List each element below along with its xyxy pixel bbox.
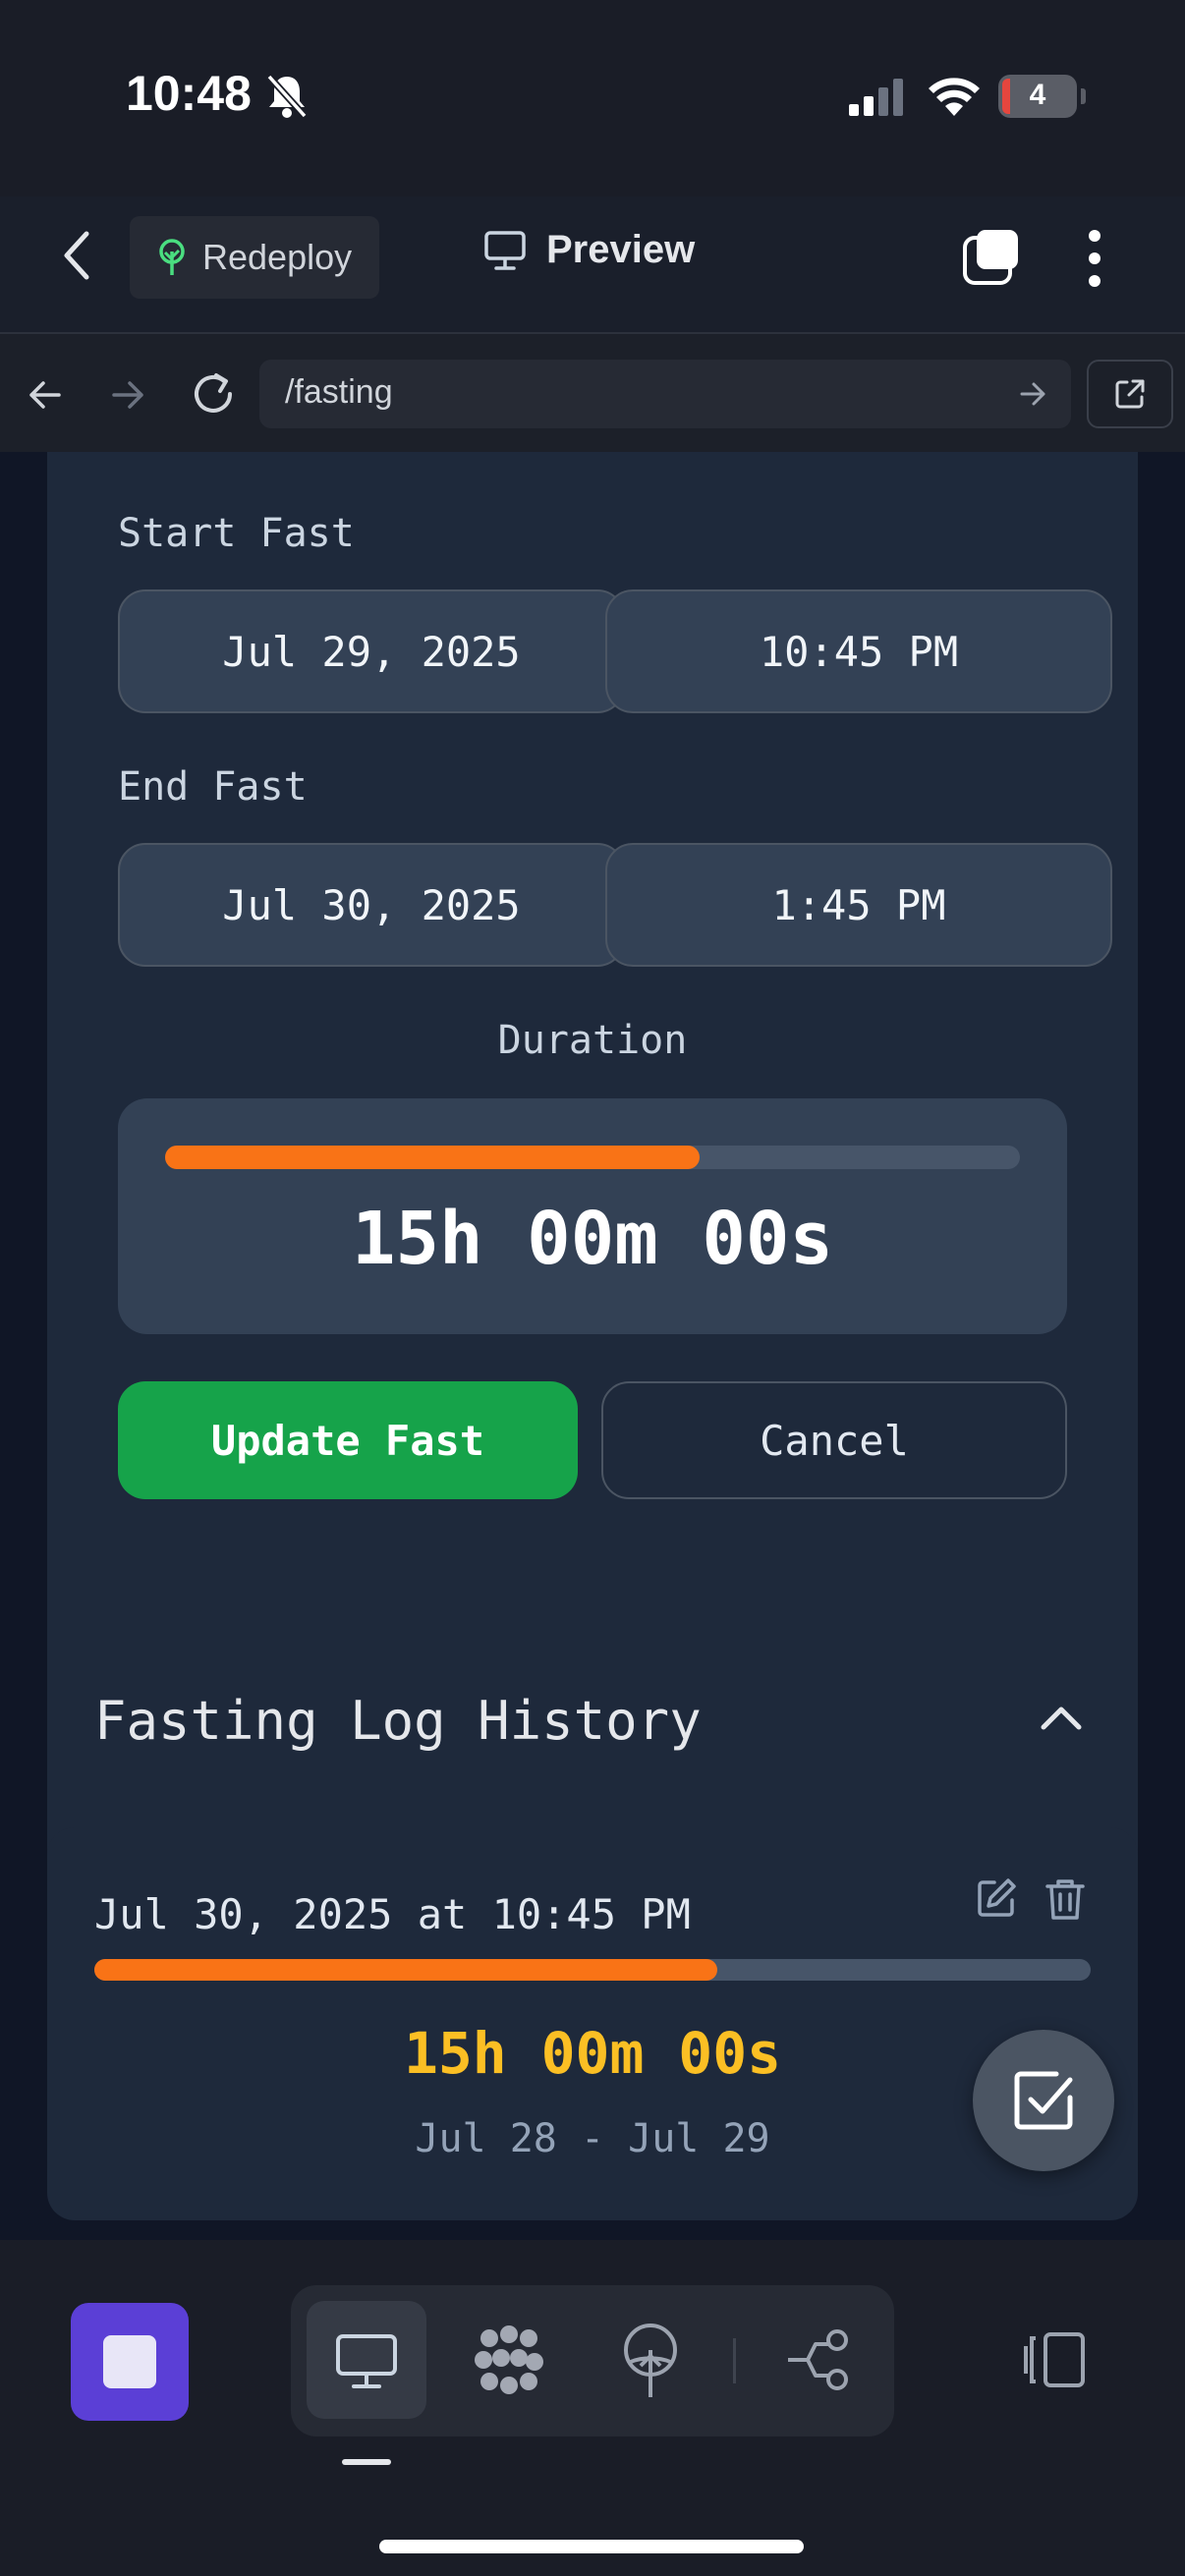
entry-progress-fill — [94, 1959, 717, 1981]
url-text: /fasting — [285, 373, 393, 411]
window-icon[interactable] — [961, 228, 1022, 289]
go-arrow-icon[interactable] — [1018, 379, 1047, 409]
deploy-icon[interactable] — [619, 2323, 682, 2401]
end-fast-label: End Fast — [118, 764, 308, 810]
status-time: 10:48 — [126, 66, 252, 121]
redeploy-button[interactable]: Redeploy — [130, 216, 379, 299]
duration-label: Duration — [497, 1018, 688, 1063]
duration-box: 15h 00m 00s — [118, 1098, 1067, 1334]
duration-progress-track — [165, 1146, 1020, 1169]
bell-slash-icon — [266, 74, 308, 119]
stop-icon — [103, 2335, 156, 2388]
history-entry: Jul 30, 2025 at 10:45 PM 15h 00m 00s Jul… — [47, 1827, 1138, 2220]
entry-progress-track — [94, 1959, 1091, 1981]
monitor-icon — [336, 2334, 397, 2388]
end-date-input[interactable]: Jul 30, 2025 — [118, 843, 625, 967]
edit-icon[interactable] — [975, 1876, 1018, 1920]
end-time-input[interactable]: 1:45 PM — [605, 843, 1112, 967]
monitor-icon — [484, 230, 526, 270]
tree-icon — [159, 239, 185, 275]
grid-icon[interactable] — [472, 2324, 546, 2399]
check-fab-button[interactable] — [973, 2030, 1114, 2171]
wifi-icon — [929, 78, 980, 116]
start-time-input[interactable]: 10:45 PM — [605, 589, 1112, 713]
redeploy-label: Redeploy — [202, 237, 353, 277]
view-switcher-divider — [733, 2338, 736, 2383]
url-input[interactable]: /fasting — [259, 360, 1071, 428]
sidebar-icon[interactable] — [1022, 2330, 1089, 2389]
entry-date: Jul 30, 2025 at 10:45 PM — [94, 1890, 691, 1938]
arrow-right-icon[interactable] — [108, 375, 147, 415]
chevron-left-icon[interactable] — [61, 228, 92, 283]
external-link-icon — [1115, 379, 1145, 409]
entry-duration: 15h 00m 00s — [403, 2020, 782, 2087]
history-title: Fasting Log History — [94, 1690, 702, 1752]
start-date-input[interactable]: Jul 29, 2025 — [118, 589, 625, 713]
open-external-button[interactable] — [1087, 360, 1173, 428]
reload-icon[interactable] — [189, 369, 238, 419]
stop-button[interactable] — [71, 2303, 189, 2421]
duration-progress-fill — [165, 1146, 700, 1169]
signal-icon — [849, 79, 903, 116]
arrow-left-icon[interactable] — [26, 375, 65, 415]
duration-value: 15h 00m 00s — [351, 1197, 834, 1281]
home-indicator — [379, 2540, 804, 2553]
check-square-icon — [1014, 2071, 1073, 2130]
preview-label: Preview — [546, 228, 696, 271]
battery-nub — [1081, 88, 1086, 104]
preview-tab[interactable]: Preview — [483, 228, 695, 272]
entry-range: Jul 28 - Jul 29 — [415, 2116, 770, 2161]
battery-level: 4 — [1029, 79, 1046, 111]
cancel-button[interactable]: Cancel — [601, 1381, 1067, 1499]
chevron-up-icon[interactable] — [1038, 1702, 1085, 1731]
trash-icon[interactable] — [1044, 1876, 1087, 1922]
more-vertical-icon[interactable] — [1085, 228, 1104, 289]
update-fast-button[interactable]: Update Fast — [118, 1381, 578, 1499]
start-fast-label: Start Fast — [118, 511, 355, 556]
active-tab-indicator — [342, 2459, 391, 2465]
content-area: Start Fast Jul 29, 2025 10:45 PM End Fas… — [0, 452, 1185, 2240]
battery-icon: 4 — [998, 75, 1077, 118]
share-icon[interactable] — [786, 2328, 853, 2391]
